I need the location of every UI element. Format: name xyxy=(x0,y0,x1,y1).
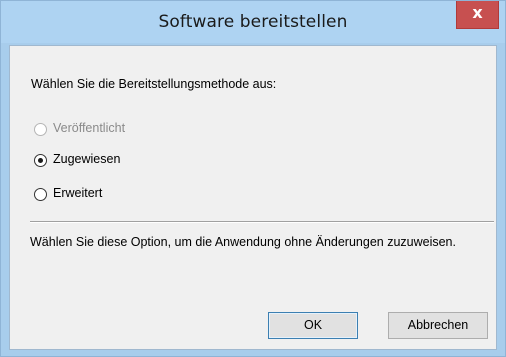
separator xyxy=(30,221,494,223)
radio-dot-icon xyxy=(38,158,43,163)
radio-checked-icon[interactable] xyxy=(34,154,47,167)
cancel-button[interactable]: Abbrechen xyxy=(388,312,488,339)
window-title: Software bereitstellen xyxy=(158,12,348,32)
title-bar[interactable]: Software bereitstellen x xyxy=(1,1,505,43)
radio-unchecked-icon[interactable] xyxy=(34,188,47,201)
radio-label-assigned[interactable]: Zugewiesen xyxy=(53,152,120,166)
dialog-window: Software bereitstellen x Wählen Sie die … xyxy=(0,0,506,357)
radio-label-published: Veröffentlicht xyxy=(53,121,126,135)
close-icon: x xyxy=(472,3,483,22)
radio-label-advanced[interactable]: Erweitert xyxy=(53,186,102,200)
ok-button[interactable]: OK xyxy=(268,312,358,339)
deployment-method-prompt: Wählen Sie die Bereitstellungsmethode au… xyxy=(31,77,277,91)
radio-unchecked-icon xyxy=(34,123,47,136)
option-description: Wählen Sie diese Option, um die Anwendun… xyxy=(30,235,456,249)
close-button[interactable]: x xyxy=(456,1,499,29)
dialog-body: Wählen Sie die Bereitstellungsmethode au… xyxy=(9,45,497,350)
